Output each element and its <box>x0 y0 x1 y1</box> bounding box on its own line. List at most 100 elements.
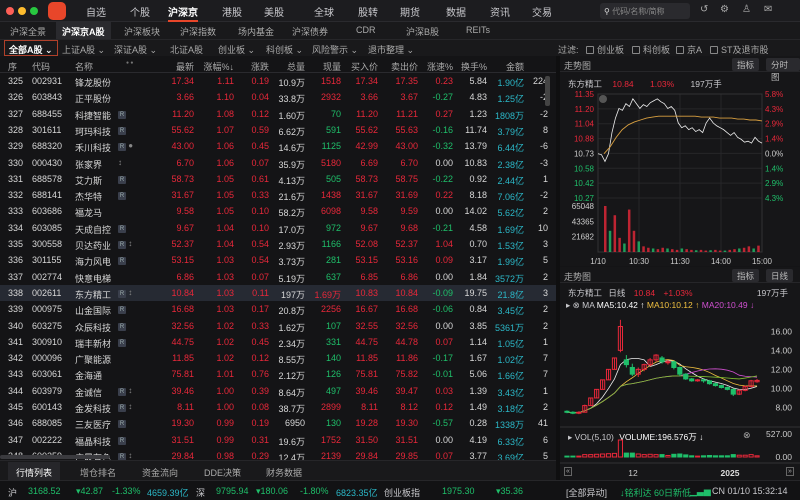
column-header[interactable]: 买入价 <box>344 60 378 73</box>
table-row[interactable]: 332 688141 杰华特 31.67 1.05 0.33 21.6万 1438 31.67 3… <box>0 187 556 203</box>
subtab-6[interactable]: CDR <box>356 25 376 35</box>
filter-checkbox-0[interactable]: 创业板 <box>586 43 624 56</box>
filter-4[interactable]: 创业板 ⌄ <box>218 43 255 56</box>
alert-filter[interactable]: [全部异动] <box>566 486 607 499</box>
table-row[interactable]: 342 000096 广聚能源 11.85 1.02 0.12 8.55万 140 11.85 1… <box>0 350 556 366</box>
subtab-0[interactable]: 沪深全景 <box>10 25 46 38</box>
table-row[interactable]: 325 002931 锋龙股份 17.34 1.11 0.19 10.9万 1518 17.34… <box>0 73 556 89</box>
news-ticker[interactable]: ↓铭利达 60日新低 <box>620 486 691 499</box>
nav-4[interactable]: 美股 <box>264 4 284 19</box>
nav-10[interactable]: 交易 <box>532 4 552 19</box>
column-header[interactable]: 最新 <box>155 60 194 73</box>
filter-3[interactable]: 北证A股 <box>170 43 203 56</box>
table-row[interactable]: 339 000975 山金国际 16.68 1.03 0.17 20.8万 2256 16.67… <box>0 301 556 317</box>
sh-index-value[interactable]: 3168.52 <box>28 486 61 496</box>
filter-checkbox-3[interactable]: ST及退市股 <box>710 43 769 56</box>
subtab-4[interactable]: 场内基金 <box>238 25 274 38</box>
nav-5[interactable]: 全球 <box>314 4 334 19</box>
pct-tick: 0.0% <box>765 149 783 158</box>
column-header[interactable]: 名称 <box>75 60 125 73</box>
nav-3[interactable]: 港股 <box>222 4 242 19</box>
table-row[interactable]: 327 688455 科捷智能 11.20 1.08 0.12 1.60万 70 11.20 11… <box>0 106 556 122</box>
subtab-7[interactable]: 沪深B股 <box>406 25 439 38</box>
scroll-left-button[interactable]: « <box>564 467 572 476</box>
table-row[interactable]: 341 300910 瑞丰新材 44.75 1.02 0.45 2.34万 331 44.75 4… <box>0 334 556 350</box>
column-settings-icon[interactable]: ● ● <box>126 60 133 66</box>
column-header[interactable]: 序 <box>8 60 28 73</box>
table-row[interactable]: 335 300558 贝达药业 52.37 1.04 0.54 2.93万 1166 52.08… <box>0 236 556 252</box>
table-row[interactable]: 336 301155 海力风电 53.15 1.03 0.54 3.73万 281 53.15 5… <box>0 252 556 268</box>
gear-icon[interactable]: ⚙ <box>720 4 729 15</box>
bottom-tab-2[interactable]: 资金流向 <box>142 466 178 479</box>
table-row[interactable]: 337 002774 快意电梯 6.86 1.03 0.07 5.19万 637 6.85 6.8… <box>0 269 556 285</box>
bottom-tab-1[interactable]: 增仓排名 <box>80 466 116 479</box>
nav-8[interactable]: 数据 <box>446 4 466 19</box>
cy-index-value[interactable]: 1975.30 <box>442 486 475 496</box>
table-row[interactable]: 340 603275 众辰科技 32.56 1.02 0.33 1.62万 107 32.55 3… <box>0 318 556 334</box>
subtab-1[interactable]: 沪深京A股 <box>56 22 111 39</box>
filter-0[interactable]: 全部A股 ⌄ <box>4 40 58 56</box>
search-input[interactable]: ⚲ 代码/名称/简称 <box>600 3 690 19</box>
bottom-tab-3[interactable]: DDE决策 <box>204 466 241 479</box>
table-row[interactable]: 333 603686 福龙马 9.58 1.05 0.10 58.2万 6098 9.58 9.5… <box>0 203 556 219</box>
connect-icon: ↕ <box>126 450 133 460</box>
table-row[interactable]: 334 603085 天成自控 9.67 1.04 0.10 17.0万 972 9.67 9.6… <box>0 220 556 236</box>
nav-0[interactable]: 自选 <box>86 4 106 19</box>
column-header[interactable]: 换手% <box>456 60 487 73</box>
table-row[interactable]: 329 688320 禾川科技 43.00 1.06 0.45 14.6万 1125 42.99… <box>0 138 556 154</box>
daily-kline-chart[interactable]: 16.00 14.00 12.00 10.00 8.00 527.00 0.00 12 2025 <box>560 267 800 480</box>
nav-2[interactable]: 沪深京 <box>168 4 198 22</box>
table-row[interactable]: 328 301611 珂玛科技 55.62 1.07 0.59 6.62万 591 55.62 5… <box>0 122 556 138</box>
table-row[interactable]: 331 688578 艾力斯 58.73 1.05 0.61 4.13万 505 58.73 58… <box>0 171 556 187</box>
intraday-chart[interactable]: 11.35 5.8% 11.20 4.3% 11.04 2.9% 10.88 1.4% 10.7… <box>560 56 800 266</box>
subtab-3[interactable]: 沪深指数 <box>180 25 216 38</box>
cell-卖出价: 17.35 <box>395 76 418 86</box>
horizontal-scrollbar[interactable] <box>0 455 110 459</box>
table-row[interactable]: 345 600143 金发科技 8.11 1.00 0.08 38.7万 2899 8.11 8.… <box>0 399 556 415</box>
bottom-tab-4[interactable]: 财务数据 <box>266 466 302 479</box>
filter-1[interactable]: 上证A股 ⌄ <box>62 43 105 56</box>
nav-6[interactable]: 股转 <box>358 4 378 19</box>
filter-2[interactable]: 深证A股 ⌄ <box>114 43 157 56</box>
cell-换手%: 1.39 <box>469 385 487 396</box>
table-row[interactable]: 346 688085 三友医疗 19.30 0.99 0.19 6950 130 19.28 19… <box>0 415 556 431</box>
column-header[interactable]: 卖出价 <box>382 60 418 73</box>
filter-checkbox-2[interactable]: 京A <box>676 43 702 56</box>
filter-5[interactable]: 科创板 ⌄ <box>266 43 303 56</box>
user-icon[interactable]: ♙ <box>742 4 751 15</box>
subtab-2[interactable]: 沪深板块 <box>124 25 160 38</box>
table-row[interactable]: 338 002611 东方精工 10.84 1.03 0.11 197万 1.69万 10.83… <box>0 284 556 302</box>
table-row[interactable]: 330 000430 张家界 6.70 1.06 0.07 35.9万 5180 6.69 6.7… <box>0 155 556 171</box>
subtab-8[interactable]: REITs <box>466 25 490 35</box>
table-row[interactable]: 343 603061 金海通 75.81 1.01 0.76 2.12万 126 75.81 75… <box>0 366 556 382</box>
subtab-5[interactable]: 沪深债券 <box>292 25 328 38</box>
column-header[interactable]: 涨跌 <box>238 60 269 73</box>
column-header[interactable]: 总量 <box>270 60 305 73</box>
filter-6[interactable]: 风险警示 ⌄ <box>312 43 358 56</box>
nav-7[interactable]: 期货 <box>400 4 420 19</box>
table-row[interactable]: 344 603979 金诚信 39.46 1.00 0.39 8.64万 497 39.46 39… <box>0 383 556 399</box>
column-header[interactable]: 现量 <box>308 60 341 73</box>
candle-body <box>629 366 635 375</box>
column-header[interactable]: 涨幅%↓ <box>200 60 234 73</box>
vertical-scrollbar[interactable] <box>545 76 550 106</box>
filter-7[interactable]: 退市整理 ⌄ <box>368 43 414 56</box>
table-row[interactable]: 326 603843 正平股份 3.66 1.10 0.04 33.8万 2932 3.66 3.… <box>0 89 556 105</box>
message-icon[interactable]: ✉ <box>764 4 772 15</box>
table-row[interactable]: 347 002222 福晶科技 31.51 0.99 0.31 19.6万 1752 31.50… <box>0 432 556 448</box>
cell-涨跌: 0.39 <box>251 385 269 396</box>
scroll-right-button[interactable]: » <box>786 467 794 476</box>
minimize-window-button[interactable] <box>18 7 26 15</box>
nav-9[interactable]: 资讯 <box>490 4 510 19</box>
bottom-tab-0[interactable]: 行情列表 <box>8 462 61 480</box>
undo-icon[interactable]: ↺ <box>700 4 708 15</box>
close-window-button[interactable] <box>6 7 14 15</box>
column-header[interactable]: 金额 <box>488 60 524 73</box>
maximize-window-button[interactable] <box>30 7 38 15</box>
column-header[interactable]: 涨速% <box>420 60 453 73</box>
sz-index-value[interactable]: 9795.94 <box>216 486 249 496</box>
column-header[interactable]: 代码 <box>32 60 72 73</box>
nav-1[interactable]: 个股 <box>130 4 150 19</box>
checkbox-icon <box>676 46 684 54</box>
filter-checkbox-1[interactable]: 科创板 <box>632 43 670 56</box>
